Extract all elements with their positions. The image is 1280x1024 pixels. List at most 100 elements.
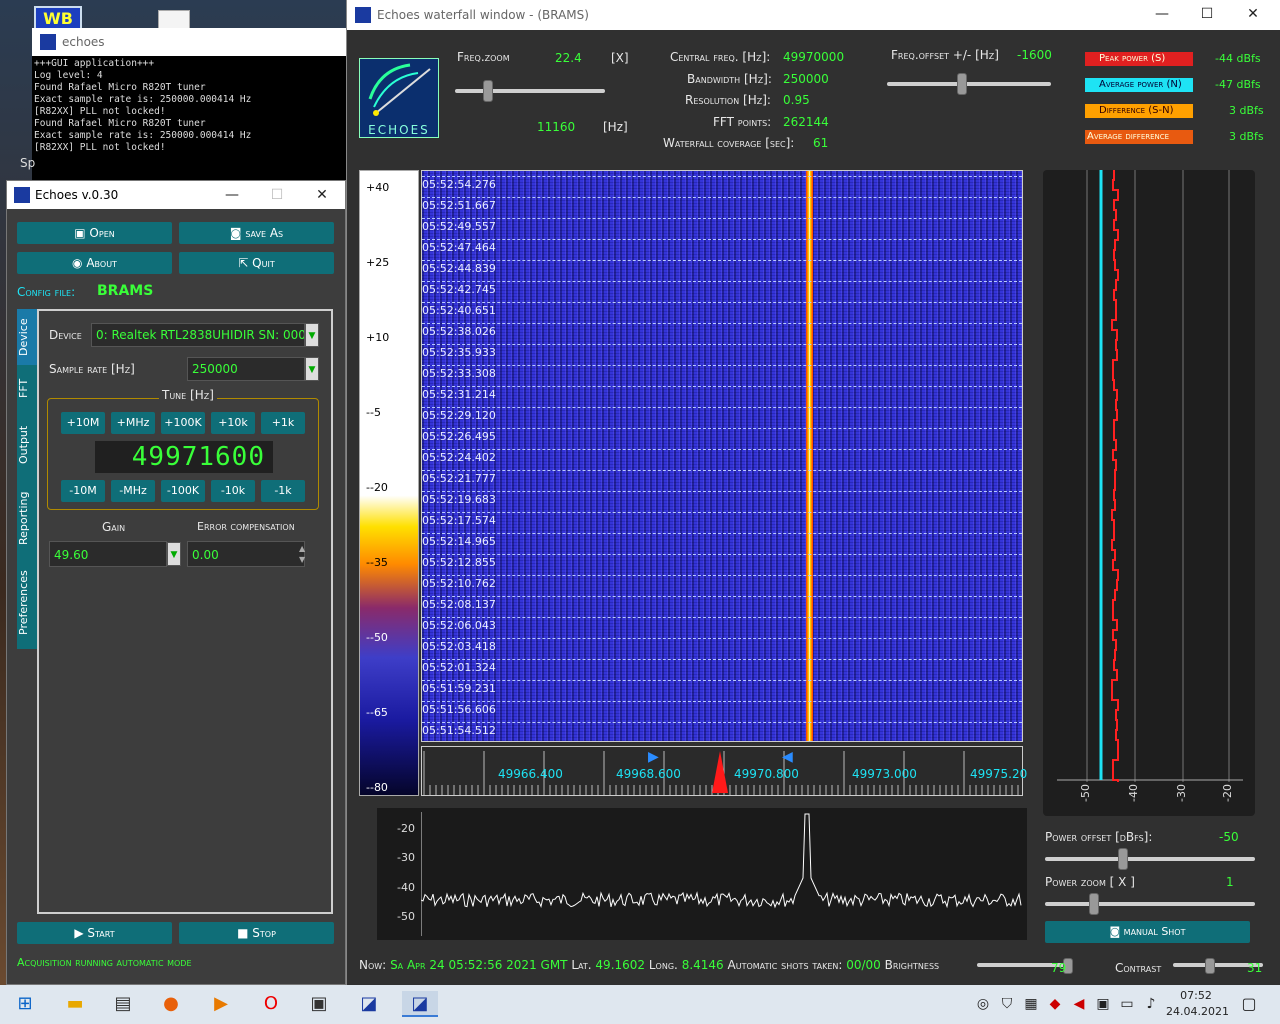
minimize-button[interactable]: —: [212, 181, 252, 209]
notification-icon[interactable]: ▢: [1236, 991, 1262, 1017]
info-icon: ◉: [72, 256, 87, 270]
waterfall-timestamp: 05:52:54.276: [422, 178, 496, 191]
tray-app-icon[interactable]: ◆: [1042, 991, 1068, 1017]
stop-button[interactable]: ■ Stop: [179, 922, 334, 944]
waterfall-timestamp: 05:52:21.777: [422, 472, 496, 485]
quit-button[interactable]: ⇱ Quit: [179, 252, 334, 274]
waterfall-display[interactable]: 05:52:54.276 05:52:51.667 05:52:49.557 05:5…: [421, 170, 1023, 742]
spectrum-trace: [421, 812, 1022, 936]
about-button[interactable]: ◉ About: [17, 252, 172, 274]
freq-offset-slider[interactable]: [887, 82, 1051, 86]
config-file-label: Config file:: [17, 285, 76, 299]
desktop-text-fragment: Sp: [20, 156, 36, 170]
waterfall-timestamp: 05:52:12.855: [422, 556, 496, 569]
close-button[interactable]: ✕: [1233, 0, 1273, 28]
volume-icon[interactable]: ◀: [1066, 991, 1092, 1017]
start-menu-icon[interactable]: ⊞: [12, 991, 38, 1017]
waterfall-row: 05:52:49.557: [422, 218, 1022, 239]
contrast-slider-handle[interactable]: [1205, 958, 1215, 974]
tab-reporting[interactable]: Reporting: [17, 481, 37, 555]
manual-shot-button[interactable]: ◙ manual Shot: [1045, 921, 1250, 943]
error-compensation-spinbox[interactable]: 0.00: [187, 541, 305, 567]
tuned-frequency-marker-icon[interactable]: [712, 751, 728, 793]
power-zoom-label: Power zoom [ X ]: [1045, 875, 1135, 889]
antenna-icon: [368, 63, 431, 116]
waterfall-timestamp: 05:52:38.026: [422, 325, 496, 338]
minimize-button[interactable]: —: [1142, 0, 1182, 28]
sample-rate-select[interactable]: 250000: [187, 357, 305, 381]
chevron-down-icon[interactable]: ▼: [305, 357, 319, 381]
gain-select[interactable]: 49.60: [49, 541, 167, 567]
scale-label: --50: [366, 631, 388, 644]
waterfall-timestamp: 05:52:29.120: [422, 409, 496, 422]
freq-zoom-slider[interactable]: [455, 89, 605, 93]
clock[interactable]: 07:52 24.04.2021: [1166, 988, 1229, 1020]
open-button[interactable]: ▣ Open: [17, 222, 172, 244]
tune-minus-10m-button[interactable]: -10M: [61, 480, 105, 502]
tune-plus-10m-button[interactable]: +10M: [61, 412, 105, 434]
tray-display-icon[interactable]: ▣: [1090, 991, 1116, 1017]
echoes-app-icon: [40, 34, 56, 50]
shield-icon[interactable]: ⛉: [994, 991, 1020, 1017]
device-select[interactable]: 0: Realtek RTL2838UHIDIR SN: 0000: [91, 323, 305, 347]
tune-plus-mhz-button[interactable]: +MHz: [111, 412, 155, 434]
tune-plus-10k-button[interactable]: +10k: [211, 412, 255, 434]
tab-preferences[interactable]: Preferences: [17, 557, 37, 649]
power-zoom-slider-handle[interactable]: [1089, 893, 1099, 915]
firefox-icon[interactable]: ●: [158, 991, 184, 1017]
tray-chip-icon[interactable]: ▦: [1018, 991, 1044, 1017]
camera-icon: ◙: [1109, 925, 1124, 938]
tune-minus-1k-button[interactable]: -1k: [261, 480, 305, 502]
console-titlebar[interactable]: echoes: [32, 28, 348, 56]
save-as-button[interactable]: ◙ save As: [179, 222, 334, 244]
tune-plus-1k-button[interactable]: +1k: [261, 412, 305, 434]
tune-minus-mhz-button[interactable]: -MHz: [111, 480, 155, 502]
maximize-button[interactable]: ☐: [1187, 0, 1227, 28]
settings-tabs: Device FFT Output Reporting Preferences: [17, 309, 37, 649]
echoes-active-taskbar-icon[interactable]: ◪: [402, 991, 438, 1017]
network-icon[interactable]: ▭: [1114, 991, 1140, 1017]
tray-icon-1[interactable]: ◎: [970, 991, 996, 1017]
waterfall-row: 05:52:12.855: [422, 554, 1022, 575]
gain-label: Gain: [102, 520, 126, 534]
power-zoom-slider[interactable]: [1045, 902, 1255, 906]
freq-offset-label: Freq.offset +/- [Hz]: [891, 48, 999, 62]
waterfall-timestamp: 05:52:14.965: [422, 535, 496, 548]
waterfall-coverage-label: Waterfall coverage [sec]:: [663, 136, 795, 150]
start-button[interactable]: ▶ Start: [17, 922, 172, 944]
tune-minus-100k-button[interactable]: -100K: [161, 480, 205, 502]
tune-minus-10k-button[interactable]: -10k: [211, 480, 255, 502]
speaker-icon[interactable]: ♪: [1138, 991, 1164, 1017]
spinbox-arrows-icon[interactable]: ▲ ▼: [299, 543, 305, 565]
scale-label: --80: [366, 781, 388, 794]
chevron-down-icon[interactable]: ▼: [167, 542, 181, 566]
tab-fft[interactable]: FFT: [17, 367, 37, 409]
waterfall-titlebar[interactable]: Echoes waterfall window - (BRAMS): [347, 0, 1280, 30]
power-offset-slider[interactable]: [1045, 857, 1255, 861]
opera-icon[interactable]: O: [258, 991, 284, 1017]
fft-points-value: 262144: [783, 115, 829, 129]
close-button[interactable]: ✕: [302, 181, 342, 209]
tab-device[interactable]: Device: [17, 309, 37, 365]
spectrum-line: [421, 813, 1022, 909]
peak-power-trace: [1111, 170, 1119, 790]
scale-label: +25: [366, 256, 390, 269]
chevron-down-icon[interactable]: ▼: [305, 323, 319, 347]
echoes-taskbar-icon[interactable]: ◪: [356, 991, 382, 1017]
logo-text: ECHOES: [368, 123, 430, 137]
window-capture-icon[interactable]: ▣: [306, 991, 332, 1017]
tune-plus-100k-button[interactable]: +100K: [161, 412, 205, 434]
file-explorer-icon[interactable]: ▬: [62, 991, 88, 1017]
band-end-marker-icon[interactable]: ◀: [782, 749, 793, 765]
band-start-marker-icon[interactable]: ▶: [648, 749, 659, 765]
tab-output[interactable]: Output: [17, 411, 37, 479]
scale-label: --5: [366, 406, 381, 419]
media-player-icon[interactable]: ▶: [208, 991, 234, 1017]
freq-offset-slider-handle[interactable]: [957, 73, 967, 95]
power-offset-slider-handle[interactable]: [1118, 848, 1128, 870]
bandwidth-label: Bandwidth [Hz]:: [687, 72, 772, 86]
store-icon[interactable]: ▤: [110, 991, 136, 1017]
freq-zoom-slider-handle[interactable]: [483, 80, 493, 102]
frequency-axis[interactable]: 49966.400 49968.600 49970.800 49973.000 …: [421, 746, 1027, 796]
folder-icon: ▣: [74, 226, 90, 240]
